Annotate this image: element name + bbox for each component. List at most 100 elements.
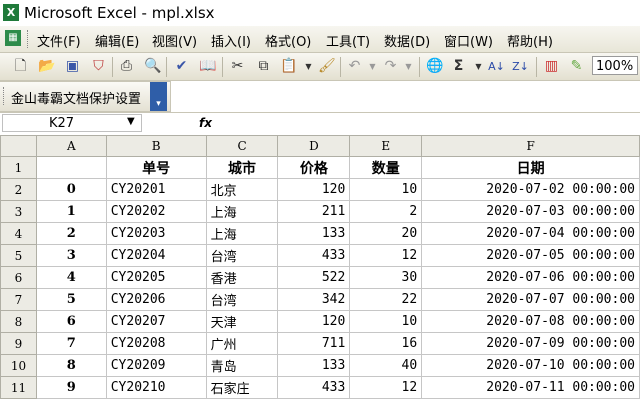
cell-id[interactable]: CY20206	[105, 288, 207, 311]
cell-header-city[interactable]: 城市	[205, 156, 279, 179]
column-header-a[interactable]: A	[35, 135, 107, 157]
cell-date[interactable]: 2020-07-06 00:00:00	[421, 266, 640, 289]
cell-date[interactable]: 2020-07-05 00:00:00	[421, 244, 640, 267]
cell-city[interactable]: 台湾	[205, 244, 279, 267]
autosum-dropdown-icon[interactable]: ▼	[470, 58, 487, 75]
cell-qty[interactable]: 2	[349, 200, 423, 223]
cell-index[interactable]: 8	[35, 354, 107, 377]
row-header[interactable]: 11	[0, 376, 37, 399]
undo-icon[interactable]: ↶	[346, 58, 363, 75]
redo-icon[interactable]: ↷	[382, 58, 399, 75]
cell-index[interactable]: 5	[35, 288, 107, 311]
cell-index[interactable]: 7	[35, 332, 107, 355]
copy-icon[interactable]: ⧉	[255, 58, 272, 75]
row-header[interactable]: 4	[0, 222, 37, 245]
cell[interactable]	[35, 156, 107, 179]
menu-tools[interactable]: 工具(T)	[326, 31, 370, 50]
row-header[interactable]: 5	[0, 244, 37, 267]
open-icon[interactable]: 📂	[38, 58, 55, 75]
cell-qty[interactable]: 30	[349, 266, 423, 289]
toolbar-options-dropdown-icon[interactable]: ▾	[150, 82, 167, 111]
row-header[interactable]: 9	[0, 332, 37, 355]
cell-id[interactable]: CY20205	[105, 266, 207, 289]
cell-date[interactable]: 2020-07-09 00:00:00	[421, 332, 640, 355]
cell-date[interactable]: 2020-07-04 00:00:00	[421, 222, 640, 245]
cell-index[interactable]: 2	[35, 222, 107, 245]
cell-id[interactable]: CY20207	[105, 310, 207, 333]
column-header-b[interactable]: B	[105, 135, 207, 157]
save-icon[interactable]: ▣	[64, 58, 81, 75]
cell-qty[interactable]: 12	[349, 244, 423, 267]
cell-qty[interactable]: 10	[349, 178, 423, 201]
cell-price[interactable]: 433	[277, 244, 351, 267]
cell-price[interactable]: 133	[277, 222, 351, 245]
name-box[interactable]: K27 ▼	[2, 114, 142, 132]
cell-city[interactable]: 石家庄	[205, 376, 279, 399]
menu-window[interactable]: 窗口(W)	[444, 31, 493, 50]
zoom-box[interactable]: 100%	[592, 56, 638, 75]
cut-icon[interactable]: ✂	[229, 58, 246, 75]
cell-city[interactable]: 上海	[205, 200, 279, 223]
autosum-icon[interactable]: Σ	[450, 58, 467, 75]
cell-city[interactable]: 天津	[205, 310, 279, 333]
document-protection-button[interactable]: 金山毒霸文档保护设置	[11, 88, 141, 107]
cell-date[interactable]: 2020-07-03 00:00:00	[421, 200, 640, 223]
format-painter-icon[interactable]: 🖌	[318, 58, 336, 75]
row-header[interactable]: 8	[0, 310, 37, 333]
sort-ascending-icon[interactable]: A↓	[488, 58, 505, 75]
menu-format[interactable]: 格式(O)	[265, 31, 311, 50]
cell-qty[interactable]: 20	[349, 222, 423, 245]
cell-date[interactable]: 2020-07-08 00:00:00	[421, 310, 640, 333]
cell-price[interactable]: 120	[277, 178, 351, 201]
cell-city[interactable]: 广州	[205, 332, 279, 355]
sort-descending-icon[interactable]: Z↓	[512, 58, 529, 75]
cell-id[interactable]: CY20210	[105, 376, 207, 399]
cell-index[interactable]: 0	[35, 178, 107, 201]
column-header-f[interactable]: F	[421, 135, 640, 157]
cell-index[interactable]: 3	[35, 244, 107, 267]
column-header-e[interactable]: E	[349, 135, 423, 157]
menu-help[interactable]: 帮助(H)	[507, 31, 553, 50]
cell-index[interactable]: 1	[35, 200, 107, 223]
cell-qty[interactable]: 10	[349, 310, 423, 333]
document-icon[interactable]: ▦	[5, 30, 21, 46]
name-box-dropdown-icon[interactable]: ▼	[127, 116, 135, 127]
cell-city[interactable]: 上海	[205, 222, 279, 245]
hyperlink-icon[interactable]: 🌐	[426, 58, 443, 75]
drawing-icon[interactable]: ✎	[568, 58, 585, 75]
cell-price[interactable]: 433	[277, 376, 351, 399]
print-icon[interactable]: ⎙	[118, 58, 135, 75]
cell-qty[interactable]: 40	[349, 354, 423, 377]
menu-grip[interactable]	[27, 30, 31, 48]
cell-price[interactable]: 522	[277, 266, 351, 289]
cell-price[interactable]: 133	[277, 354, 351, 377]
cell-id[interactable]: CY20201	[105, 178, 207, 201]
cell-qty[interactable]: 22	[349, 288, 423, 311]
row-header[interactable]: 3	[0, 200, 37, 223]
cell-index[interactable]: 6	[35, 310, 107, 333]
undo-dropdown-icon[interactable]: ▼	[364, 58, 381, 75]
menu-file[interactable]: 文件(F)	[37, 31, 81, 50]
print-preview-icon[interactable]: 🔍	[144, 58, 161, 75]
cell-date[interactable]: 2020-07-10 00:00:00	[421, 354, 640, 377]
paste-dropdown-icon[interactable]: ▼	[300, 58, 317, 75]
paste-icon[interactable]: 📋	[280, 58, 297, 75]
cell-city[interactable]: 北京	[205, 178, 279, 201]
menu-edit[interactable]: 编辑(E)	[95, 31, 139, 50]
cell-date[interactable]: 2020-07-07 00:00:00	[421, 288, 640, 311]
row-header[interactable]: 7	[0, 288, 37, 311]
row-header[interactable]: 10	[0, 354, 37, 377]
redo-dropdown-icon[interactable]: ▼	[400, 58, 417, 75]
cell-id[interactable]: CY20209	[105, 354, 207, 377]
cell-qty[interactable]: 12	[349, 376, 423, 399]
cell-id[interactable]: CY20203	[105, 222, 207, 245]
cell-city[interactable]: 青岛	[205, 354, 279, 377]
cell-city[interactable]: 台湾	[205, 288, 279, 311]
row-header[interactable]: 6	[0, 266, 37, 289]
excel-app-icon[interactable]: X	[3, 4, 19, 21]
research-icon[interactable]: 📖	[199, 58, 216, 75]
permission-icon[interactable]: ⛉	[90, 58, 107, 75]
cell-price[interactable]: 342	[277, 288, 351, 311]
select-all-corner[interactable]	[0, 135, 37, 157]
cell-header-date[interactable]: 日期	[421, 156, 640, 179]
